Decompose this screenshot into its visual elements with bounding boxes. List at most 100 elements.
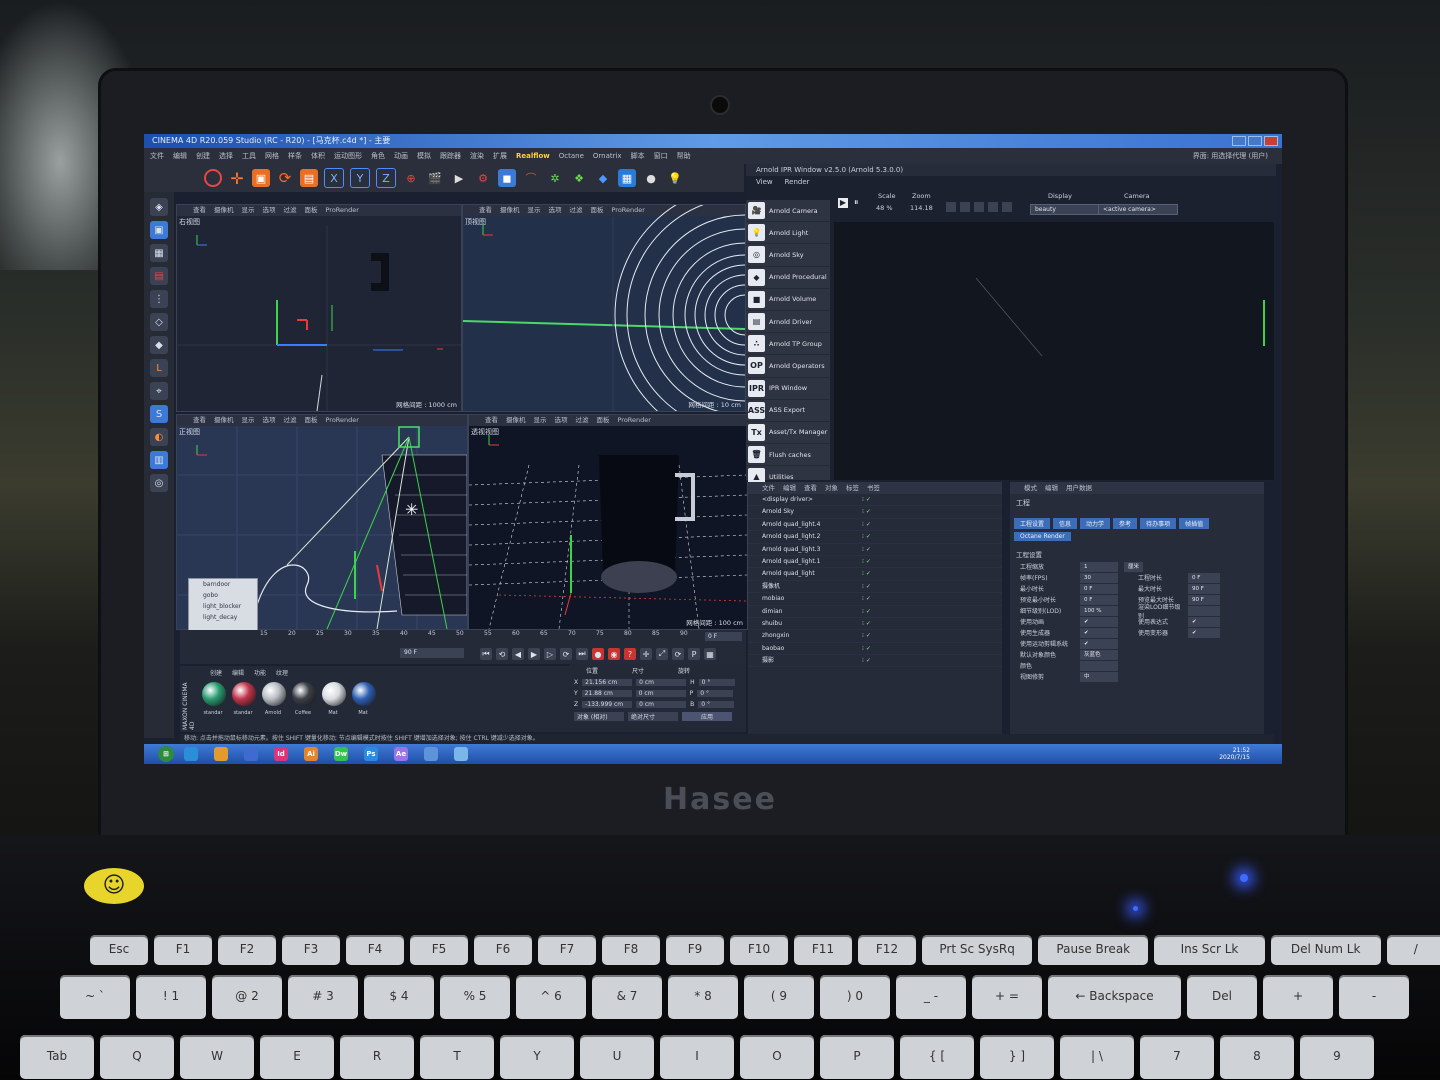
render-picture-viewer-icon[interactable]: ▶	[450, 169, 468, 187]
ipr-zoom-value[interactable]: 114.18	[910, 204, 933, 212]
menu-item[interactable]: 角色	[371, 148, 385, 164]
object-visibility-icons[interactable]: ⁝ ✓	[862, 544, 1002, 555]
workplane-icon[interactable]: ▤	[150, 267, 168, 285]
prev-frame-button[interactable]: ◀	[512, 648, 524, 660]
object-row[interactable]: baobao ⁝ ✓	[748, 643, 1002, 656]
material-swatch[interactable]: Mat	[348, 678, 378, 716]
menu-item[interactable]: Ornatrix	[593, 148, 622, 164]
minimize-button[interactable]	[1232, 136, 1246, 146]
menu-item[interactable]: 窗口	[654, 148, 668, 164]
texture-mode-icon[interactable]: ▦	[150, 244, 168, 262]
subdivision-icon[interactable]: ✲	[546, 169, 564, 187]
prev-key-button[interactable]: ⟲	[496, 648, 508, 660]
live-select-icon[interactable]	[204, 169, 222, 187]
polygons-mode-icon[interactable]: ◆	[150, 336, 168, 354]
floor-icon[interactable]: ▦	[618, 169, 636, 187]
render-settings-icon[interactable]: ⚙	[474, 169, 492, 187]
attribute-menu-item[interactable]: 模式	[1024, 482, 1037, 494]
taskbar-app[interactable]	[214, 747, 228, 761]
ipr-scale-value[interactable]: 48 %	[876, 204, 893, 212]
x-axis-lock-button[interactable]: X	[324, 168, 344, 188]
timeline[interactable]: 15 20 25 30 35 40 45 50 55 60 65 70 75 80 85 90 90 F ⏮ …	[180, 630, 746, 664]
close-button[interactable]	[1264, 136, 1278, 146]
position-key-button[interactable]: ✛	[640, 648, 652, 660]
object-row[interactable]: Arnold quad_light.1 ⁝ ✓	[748, 556, 1002, 569]
cube-icon[interactable]: ◼	[498, 169, 516, 187]
taskbar-app[interactable]	[424, 747, 438, 761]
object-row[interactable]: mobiao ⁝ ✓	[748, 593, 1002, 606]
coord-size-field[interactable]: 0 cm	[636, 679, 687, 686]
mat-menu-create[interactable]: 创建	[210, 668, 222, 677]
object-visibility-icons[interactable]: ⁝ ✓	[862, 581, 1002, 592]
object-row[interactable]: <display driver> ⁝ ✓	[748, 494, 1002, 507]
rotate-icon[interactable]: ⟳	[276, 169, 294, 187]
object-row[interactable]: Arnold quad_light.4 ⁝ ✓	[748, 519, 1002, 532]
arnold-item[interactable]: 💡 Arnold Light	[746, 222, 830, 245]
coord-position-field[interactable]: -133.999 cm	[582, 701, 633, 708]
light-icon[interactable]: 💡	[666, 169, 684, 187]
z-axis-lock-button[interactable]: Z	[376, 168, 396, 188]
object-row[interactable]: Arnold quad_light.3 ⁝ ✓	[748, 544, 1002, 556]
taskbar-app[interactable]: Ae	[394, 747, 408, 761]
coordinate-system-icon[interactable]: ⊕	[402, 169, 420, 187]
viewport-perspective[interactable]: 查看 摄像机 显示 选项 过滤 面板 ProRender 透视视图 网格间距 : 100 c…	[468, 414, 748, 630]
popup-item-gobo[interactable]: gobo	[189, 590, 257, 601]
goto-start-button[interactable]: ⏮	[480, 648, 492, 660]
object-menu-item[interactable]: 标签	[846, 482, 859, 494]
taskbar-app[interactable]	[244, 747, 258, 761]
object-menu-item[interactable]: 对象	[825, 482, 838, 494]
snap-icon[interactable]: S	[150, 405, 168, 423]
material-swatch[interactable]: Coffee	[288, 678, 318, 716]
record-key-button[interactable]: ●	[592, 648, 604, 660]
menu-item[interactable]: 跟踪器	[440, 148, 461, 164]
layout-label[interactable]: 界面: 用选择代理 (用户)	[1193, 148, 1282, 164]
menu-item[interactable]: 体积	[311, 148, 325, 164]
object-visibility-icons[interactable]: ⁝ ✓	[862, 494, 1002, 505]
goto-end-button[interactable]: ⏭	[576, 648, 588, 660]
attribute-field-2[interactable]: 90 F	[1188, 583, 1220, 594]
solo-icon[interactable]: ◎	[150, 474, 168, 492]
auto-key-button[interactable]: ◉	[608, 648, 620, 660]
menu-item[interactable]: 工具	[242, 148, 256, 164]
menu-item[interactable]: 渲染	[470, 148, 484, 164]
object-visibility-icons[interactable]: ⁝ ✓	[862, 593, 1002, 604]
attribute-tab[interactable]: 动力学	[1080, 518, 1111, 529]
system-clock[interactable]: 21:52 2020/7/15	[1219, 747, 1282, 761]
taskbar-app[interactable]: Id	[274, 747, 288, 761]
taskbar-app[interactable]: Ai	[304, 747, 318, 761]
material-swatch[interactable]: standar	[228, 678, 258, 716]
arnold-item[interactable]: ASS ASS Export	[746, 400, 830, 422]
attribute-menu-item[interactable]: 用户数据	[1066, 482, 1092, 494]
tweak-mode-icon[interactable]: ⌖	[150, 382, 168, 400]
material-swatch[interactable]: Arnold	[258, 678, 288, 716]
menu-item[interactable]: 帮助	[677, 148, 691, 164]
attribute-field[interactable]: ✔	[1080, 616, 1118, 627]
ipr-play-button[interactable]: ▶	[838, 198, 848, 208]
cloner-icon[interactable]: ❖	[570, 169, 588, 187]
coord-position-field[interactable]: 21.88 cm	[581, 690, 632, 697]
popup-item-light-decay[interactable]: light_decay	[189, 612, 257, 623]
model-mode-icon[interactable]: ▣	[150, 221, 168, 239]
ipr-region-button[interactable]	[946, 202, 956, 212]
arnold-item[interactable]: Tx Asset/Tx Manager	[746, 422, 830, 445]
object-visibility-icons[interactable]: ⁝ ✓	[862, 531, 1002, 542]
ipr-brush-icon[interactable]	[1002, 202, 1012, 212]
attribute-field[interactable]: ✔	[1080, 638, 1118, 649]
attribute-field[interactable]: 30	[1080, 572, 1118, 583]
object-menu-item[interactable]: 文件	[762, 482, 775, 494]
attribute-field-2[interactable]	[1188, 605, 1220, 616]
taskbar-app[interactable]	[454, 747, 468, 761]
start-button[interactable]: ⊞	[158, 746, 174, 762]
coord-size-field[interactable]: 0 cm	[636, 701, 687, 708]
object-visibility-icons[interactable]: ⁝ ✓	[862, 556, 1002, 567]
next-frame-button[interactable]: ▷	[544, 648, 556, 660]
locked-workplane-icon[interactable]: ◐	[150, 428, 168, 446]
attribute-field[interactable]: 100 %	[1080, 605, 1118, 616]
menu-item[interactable]: Octane	[559, 148, 584, 164]
attribute-tab[interactable]: 帧插值	[1179, 518, 1210, 529]
object-visibility-icons[interactable]: ⁝ ✓	[862, 630, 1002, 641]
end-frame-field[interactable]: 90 F	[400, 648, 464, 658]
scale-icon[interactable]: ▣	[252, 169, 270, 187]
object-visibility-icons[interactable]: ⁝ ✓	[862, 643, 1002, 654]
object-row[interactable]: Arnold quad_light ⁝ ✓	[748, 568, 1002, 581]
